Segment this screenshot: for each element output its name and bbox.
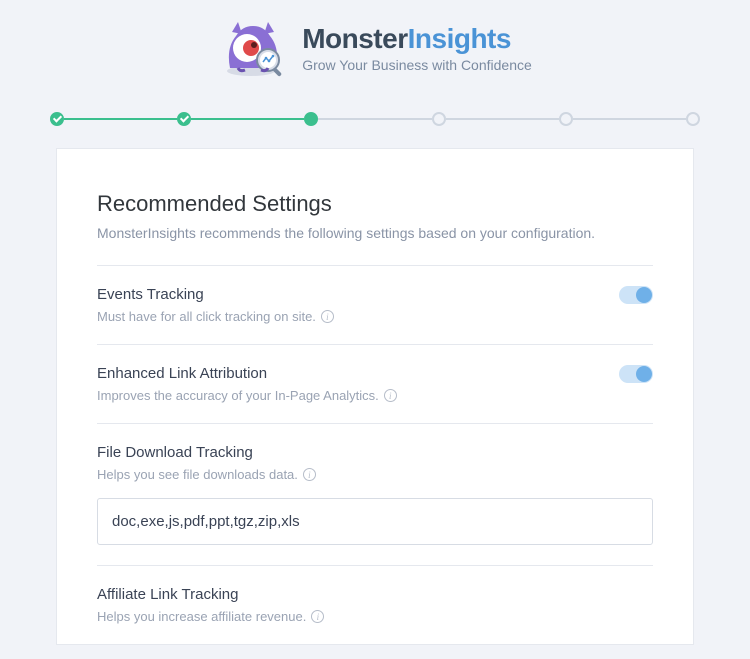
setting-title: Affiliate Link Tracking (97, 586, 653, 603)
info-icon[interactable]: i (321, 310, 334, 323)
events-tracking-toggle[interactable] (619, 286, 653, 304)
page-title: Recommended Settings (97, 191, 653, 217)
step-dot-2 (177, 112, 191, 126)
info-icon[interactable]: i (384, 389, 397, 402)
setting-events-tracking: Events Tracking Must have for all click … (97, 265, 653, 344)
step-segment (191, 118, 304, 120)
step-dot-6 (686, 112, 700, 126)
setting-description: Helps you increase affiliate revenue. i (97, 609, 653, 624)
info-icon[interactable]: i (303, 468, 316, 481)
step-segment (64, 118, 177, 120)
setting-description: Improves the accuracy of your In-Page An… (97, 388, 653, 403)
setting-file-download: File Download Tracking Helps you see fil… (97, 423, 653, 565)
step-segment (446, 118, 559, 120)
setting-affiliate-link: Affiliate Link Tracking Helps you increa… (97, 565, 653, 644)
step-dot-4 (432, 112, 446, 126)
info-icon[interactable]: i (311, 610, 324, 623)
setting-enhanced-link: Enhanced Link Attribution Improves the a… (97, 344, 653, 423)
settings-card: Recommended Settings MonsterInsights rec… (56, 148, 694, 645)
app-header: MonsterInsights Grow Your Business with … (0, 0, 750, 88)
setting-title: File Download Tracking (97, 444, 653, 461)
enhanced-link-toggle[interactable] (619, 365, 653, 383)
setting-title: Enhanced Link Attribution (97, 365, 653, 382)
brand-name: MonsterInsights (302, 23, 532, 55)
setting-title: Events Tracking (97, 286, 653, 303)
step-segment (573, 118, 686, 120)
step-dot-5 (559, 112, 573, 126)
file-extensions-input[interactable] (97, 498, 653, 545)
progress-stepper (0, 88, 750, 148)
step-segment (318, 118, 431, 120)
mascot-icon (218, 18, 288, 78)
brand-tagline: Grow Your Business with Confidence (302, 57, 532, 73)
setting-description: Must have for all click tracking on site… (97, 309, 653, 324)
brand-block: MonsterInsights Grow Your Business with … (302, 23, 532, 73)
page-subtitle: MonsterInsights recommends the following… (97, 225, 653, 241)
step-dot-1 (50, 112, 64, 126)
setting-description: Helps you see file downloads data. i (97, 467, 653, 482)
step-dot-3 (304, 112, 318, 126)
